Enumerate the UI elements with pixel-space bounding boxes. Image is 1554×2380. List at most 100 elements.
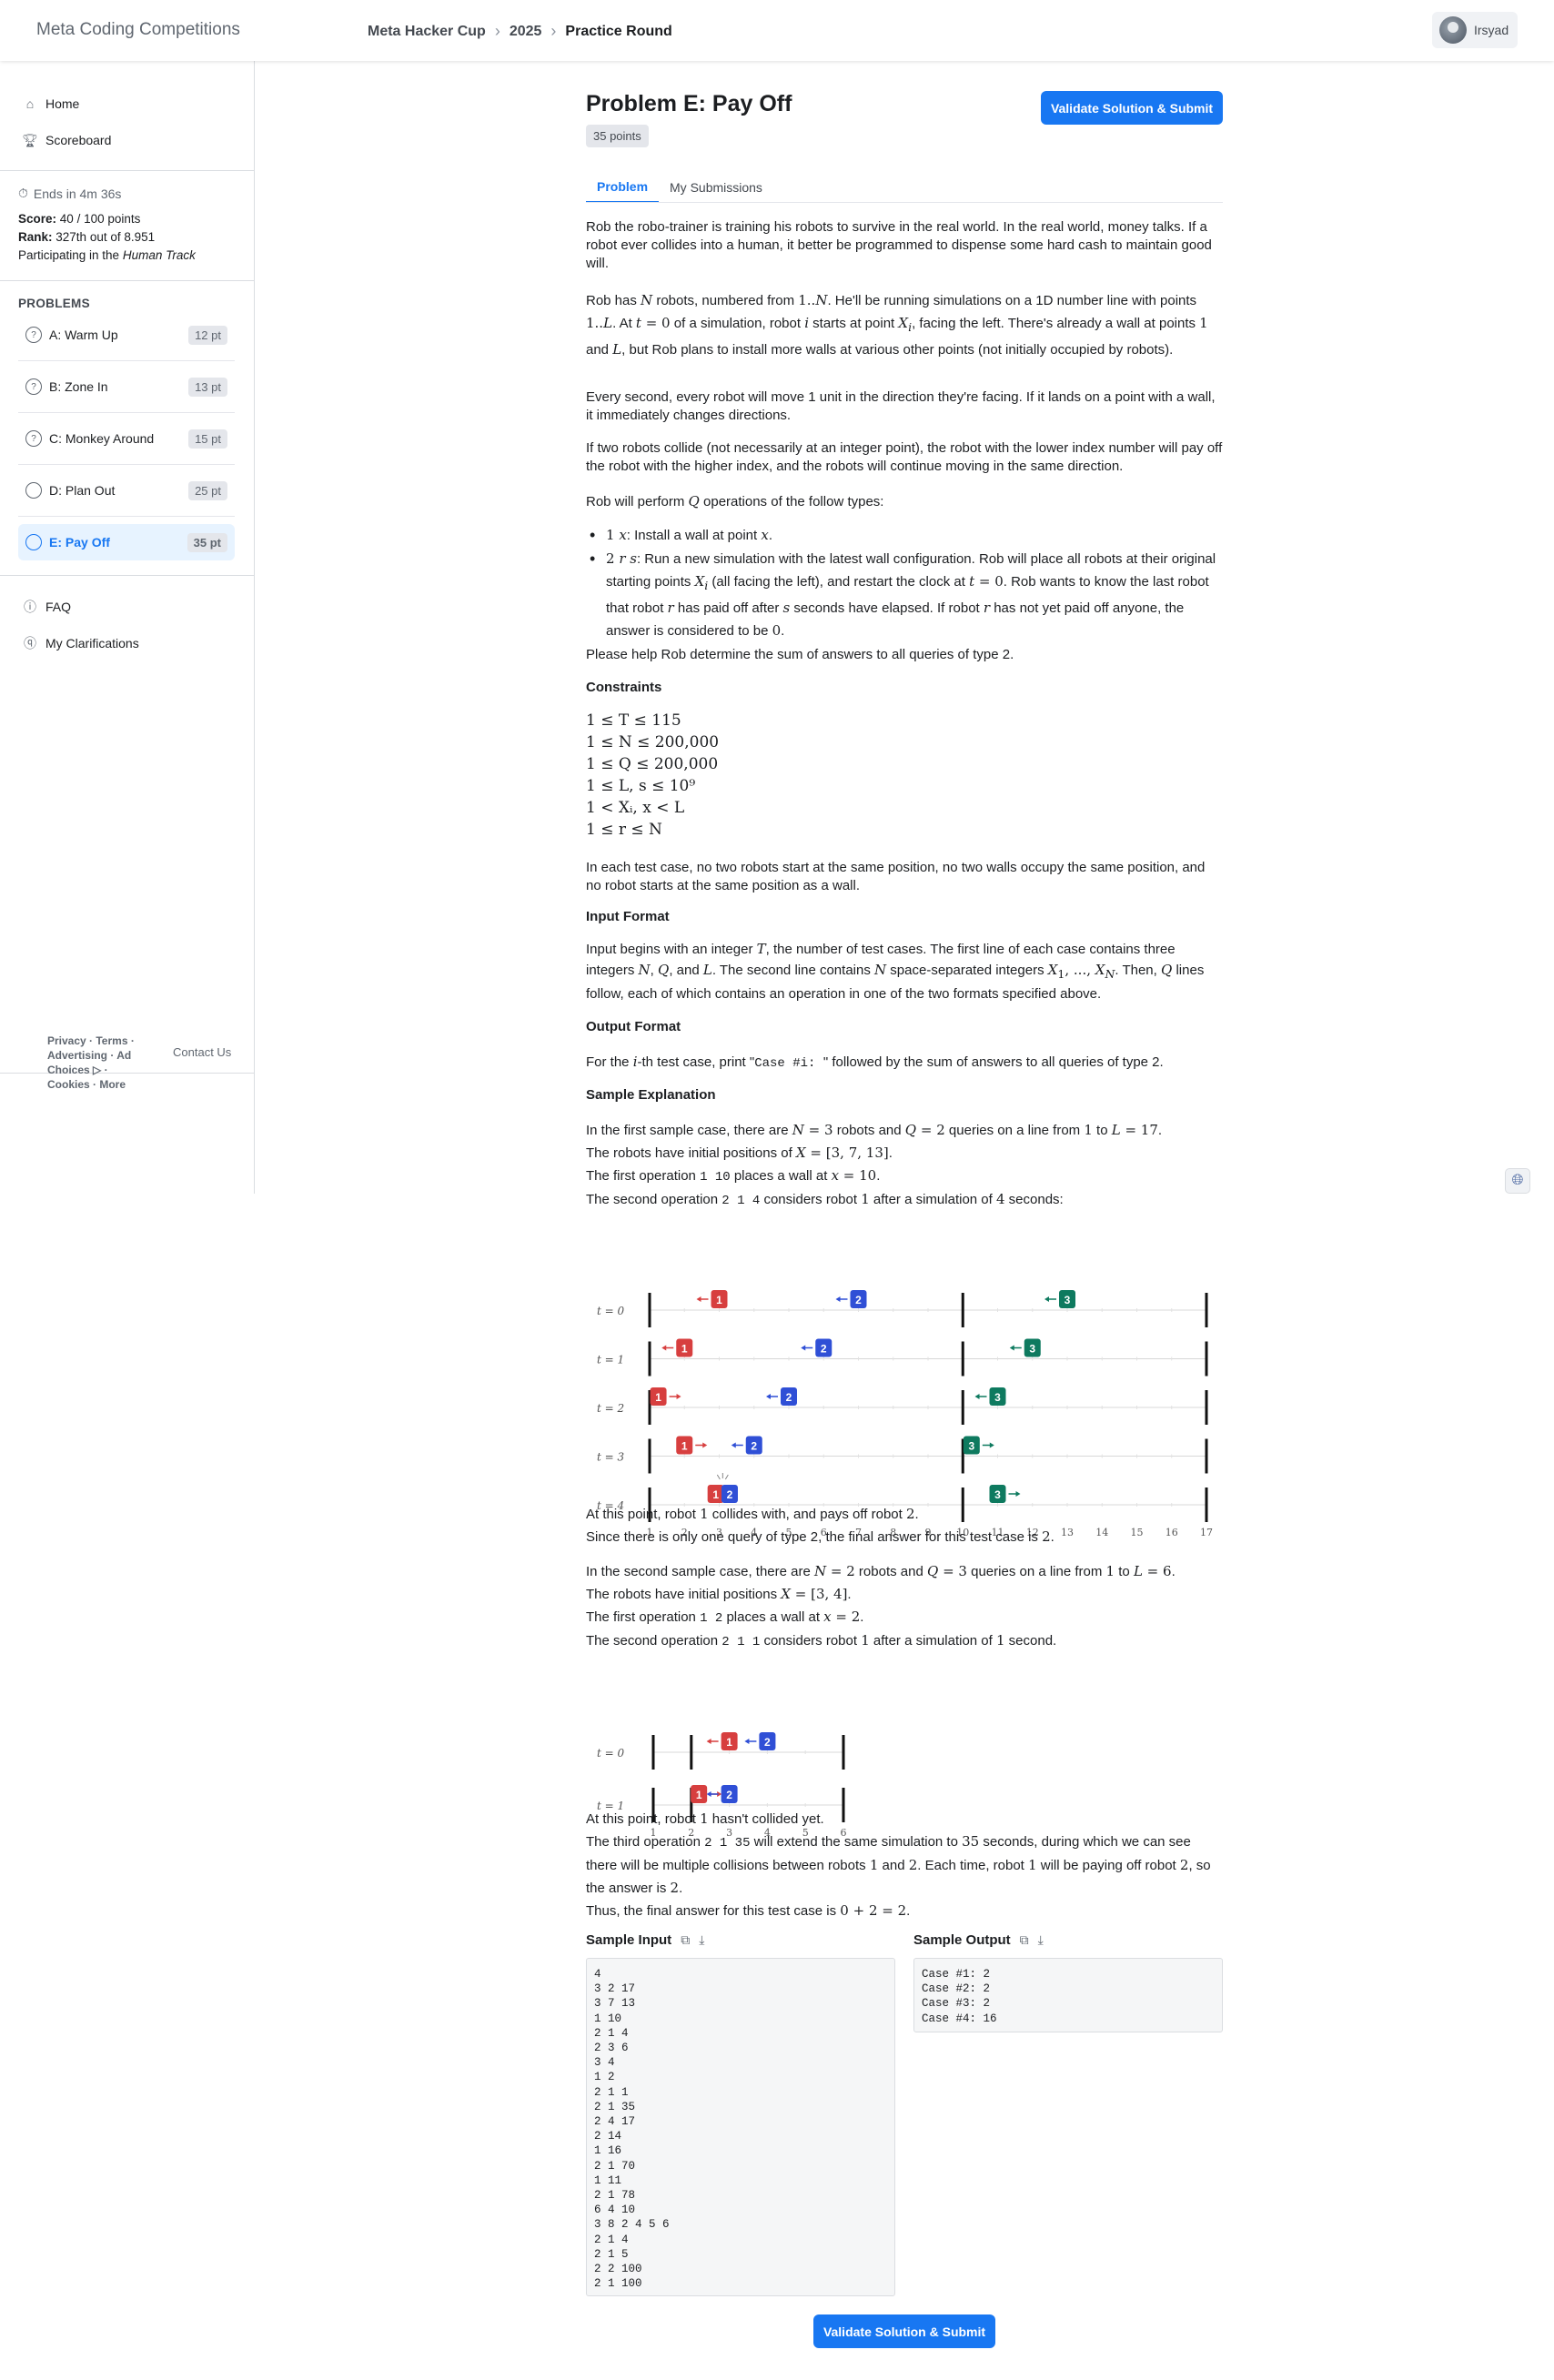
constraint-row: 1 ≤ T ≤ 115: [586, 711, 681, 730]
sidebar-item-label: Home: [45, 96, 80, 111]
row-time-label: t = 0: [597, 1305, 625, 1317]
track-prefix: Participating in the: [18, 248, 123, 262]
arrow-head: [702, 1442, 708, 1448]
page-title: Problem E: Pay Off: [586, 91, 792, 116]
footer-links[interactable]: Privacy · Terms · Advertising · Ad Choic…: [47, 1034, 147, 1092]
user-menu[interactable]: Irsyad: [1432, 12, 1518, 48]
robot-id: 2: [786, 1391, 792, 1404]
sidebar-item-home[interactable]: ⌂ Home: [22, 93, 80, 115]
robot-id: 2: [727, 1488, 733, 1501]
robot-id: 1: [716, 1294, 722, 1306]
problem-item-d[interactable]: D: Plan Out 25 pt: [18, 472, 235, 509]
row-time-label: t = 0: [597, 1747, 625, 1760]
row-time-label: t = 2: [597, 1402, 624, 1415]
submit-button[interactable]: Validate Solution & Submit: [1041, 91, 1223, 125]
output-format-heading: Output Format: [586, 1019, 681, 1034]
empty-circle-icon: [25, 534, 42, 550]
sidebar-item-faq[interactable]: ⓘ FAQ: [22, 596, 71, 618]
stopwatch-icon: ⏱︎: [18, 186, 28, 200]
submit-button-bottom[interactable]: Validate Solution & Submit: [813, 2314, 995, 2348]
tab-problem[interactable]: Problem: [586, 172, 660, 203]
rank-stat: Rank: 327th out of 8.951: [18, 230, 155, 244]
statement-ops: Rob will perform Q operations of the fol…: [586, 493, 884, 509]
tab-divider: [586, 202, 1223, 203]
score-stat: Score: 40 / 100 points: [18, 212, 140, 226]
problem-item-a[interactable]: ? A: Warm Up 12 pt: [18, 317, 235, 353]
breadcrumb-item-hacker-cup[interactable]: Meta Hacker Cup: [368, 24, 486, 40]
arrow-head: [744, 1739, 750, 1744]
tab-bar: Problem My Submissions: [586, 172, 773, 203]
robot-id: 3: [1029, 1343, 1035, 1356]
problem-label: A: Warm Up: [49, 328, 118, 342]
arrow-head: [731, 1442, 736, 1448]
problem-points: 25 pt: [188, 480, 227, 500]
robot-2: 2: [731, 1436, 762, 1455]
sample-input-box[interactable]: 4 3 2 17 3 7 13 1 10 2 1 4 2 3 6 3 4 1 2…: [586, 1958, 895, 2296]
arrow-head: [676, 1394, 681, 1399]
row-time-label: t = 3: [597, 1451, 625, 1464]
sidebar-item-clarifications[interactable]: ⓠ My Clarifications: [22, 632, 139, 654]
track-name: Human Track: [122, 248, 196, 262]
arrow-head: [835, 1296, 841, 1302]
arrow-head: [801, 1345, 806, 1351]
problem-item-e[interactable]: E: Pay Off 35 pt: [18, 524, 235, 560]
robot-id: 1: [681, 1440, 688, 1453]
home-icon: ⌂: [25, 96, 35, 111]
trophy-icon: 🏆︎: [22, 132, 38, 147]
countdown-timer: ⏱︎ Ends in 4m 36s: [18, 186, 121, 201]
robot-id: 2: [751, 1440, 757, 1453]
sample-input-title: Sample Input ⧉ ⤓: [586, 1932, 704, 1948]
robot-id: 3: [1065, 1294, 1071, 1306]
sample1-explanation: In the first sample case, there are N = …: [586, 1122, 1163, 1208]
download-icon[interactable]: ⤓: [1038, 1932, 1044, 1948]
robot-1: 1: [707, 1485, 724, 1503]
sidebar-item-label: FAQ: [45, 600, 72, 614]
robot-id: 1: [726, 1736, 732, 1749]
contact-link[interactable]: Contact Us: [173, 1044, 237, 1061]
robot-1: 1: [676, 1436, 708, 1455]
problem-points: 15 pt: [188, 429, 227, 449]
robot-1: 1: [661, 1338, 693, 1357]
sample-output-box[interactable]: Case #1: 2 Case #2: 2 Case #3: 2 Case #4…: [913, 1958, 1223, 2032]
problem-label: E: Pay Off: [49, 535, 110, 550]
download-icon[interactable]: ⤓: [699, 1932, 704, 1948]
arrow-head: [696, 1296, 701, 1302]
robot-id: 2: [821, 1343, 827, 1356]
problems-heading: PROBLEMS: [18, 297, 90, 310]
language-globe-icon[interactable]: 🌐︎: [1505, 1168, 1530, 1194]
input-format-text: Input begins with an integer T, the numb…: [586, 941, 1205, 1002]
rank-value: 327th out of 8.951: [56, 230, 156, 244]
problem-points: 35 pt: [187, 532, 227, 552]
sample2-explanation: In the second sample case, there are N =…: [586, 1563, 1176, 1649]
info-icon: ⓘ: [24, 600, 36, 614]
arrow-head: [706, 1739, 711, 1744]
arrow-head: [766, 1394, 771, 1399]
breadcrumb-item-year[interactable]: 2025: [510, 24, 542, 40]
problem-item-c[interactable]: ? C: Monkey Around 15 pt: [18, 420, 235, 457]
robot-2: 2: [721, 1485, 738, 1503]
robot-id: 1: [655, 1391, 661, 1404]
arrow-head: [1015, 1491, 1021, 1497]
user-name: Irsyad: [1474, 23, 1509, 37]
tab-my-submissions[interactable]: My Submissions: [659, 172, 773, 203]
sample2-result: At this point, robot 1 hasn't collided y…: [586, 1810, 1211, 1919]
problem-points: 12 pt: [188, 325, 227, 345]
divider: [18, 412, 235, 413]
simulation-diagram-1: t = 01 2 3t = 11 2 3t = 21 2 3t = 31 2 3t = 41 2 3…: [597, 1290, 1213, 1538]
problem-item-b[interactable]: ? B: Zone In 13 pt: [18, 368, 235, 405]
copy-icon[interactable]: ⧉: [1020, 1932, 1029, 1948]
rank-label: Rank:: [18, 230, 53, 244]
sidebar-item-scoreboard[interactable]: 🏆︎ Scoreboard: [22, 129, 111, 151]
brand-logo[interactable]: Meta Coding Competitions: [36, 20, 240, 40]
input-format-heading: Input Format: [586, 909, 670, 924]
copy-icon[interactable]: ⧉: [681, 1932, 690, 1948]
breadcrumb-item-round: Practice Round: [565, 23, 672, 39]
robot-id: 2: [764, 1736, 771, 1749]
sidebar-item-label: My Clarifications: [45, 636, 139, 650]
empty-circle-icon: [25, 482, 42, 499]
clarification-icon: ⓠ: [24, 636, 36, 650]
robot-3: 3: [1009, 1338, 1041, 1357]
collision-mark: [716, 1473, 729, 1480]
chevron-right-icon: ›: [494, 22, 500, 40]
robot-1: 1: [706, 1732, 738, 1750]
